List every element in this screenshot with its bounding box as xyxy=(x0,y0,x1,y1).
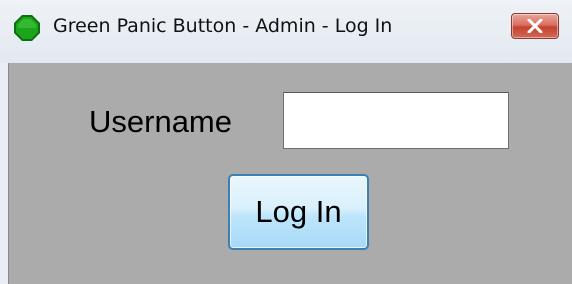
title-bar[interactable]: Green Panic Button - Admin - Log In xyxy=(0,0,572,63)
username-label: Username xyxy=(89,104,232,139)
close-x-icon xyxy=(527,19,543,33)
green-octagon-icon xyxy=(13,14,41,42)
login-button[interactable]: Log In xyxy=(228,174,369,250)
close-button[interactable] xyxy=(511,13,559,39)
window-title: Green Panic Button - Admin - Log In xyxy=(53,15,393,37)
admin-login-window: Green Panic Button - Admin - Log In User… xyxy=(0,0,572,284)
username-input[interactable] xyxy=(283,92,509,149)
login-form-panel: Username Log In xyxy=(8,63,572,284)
